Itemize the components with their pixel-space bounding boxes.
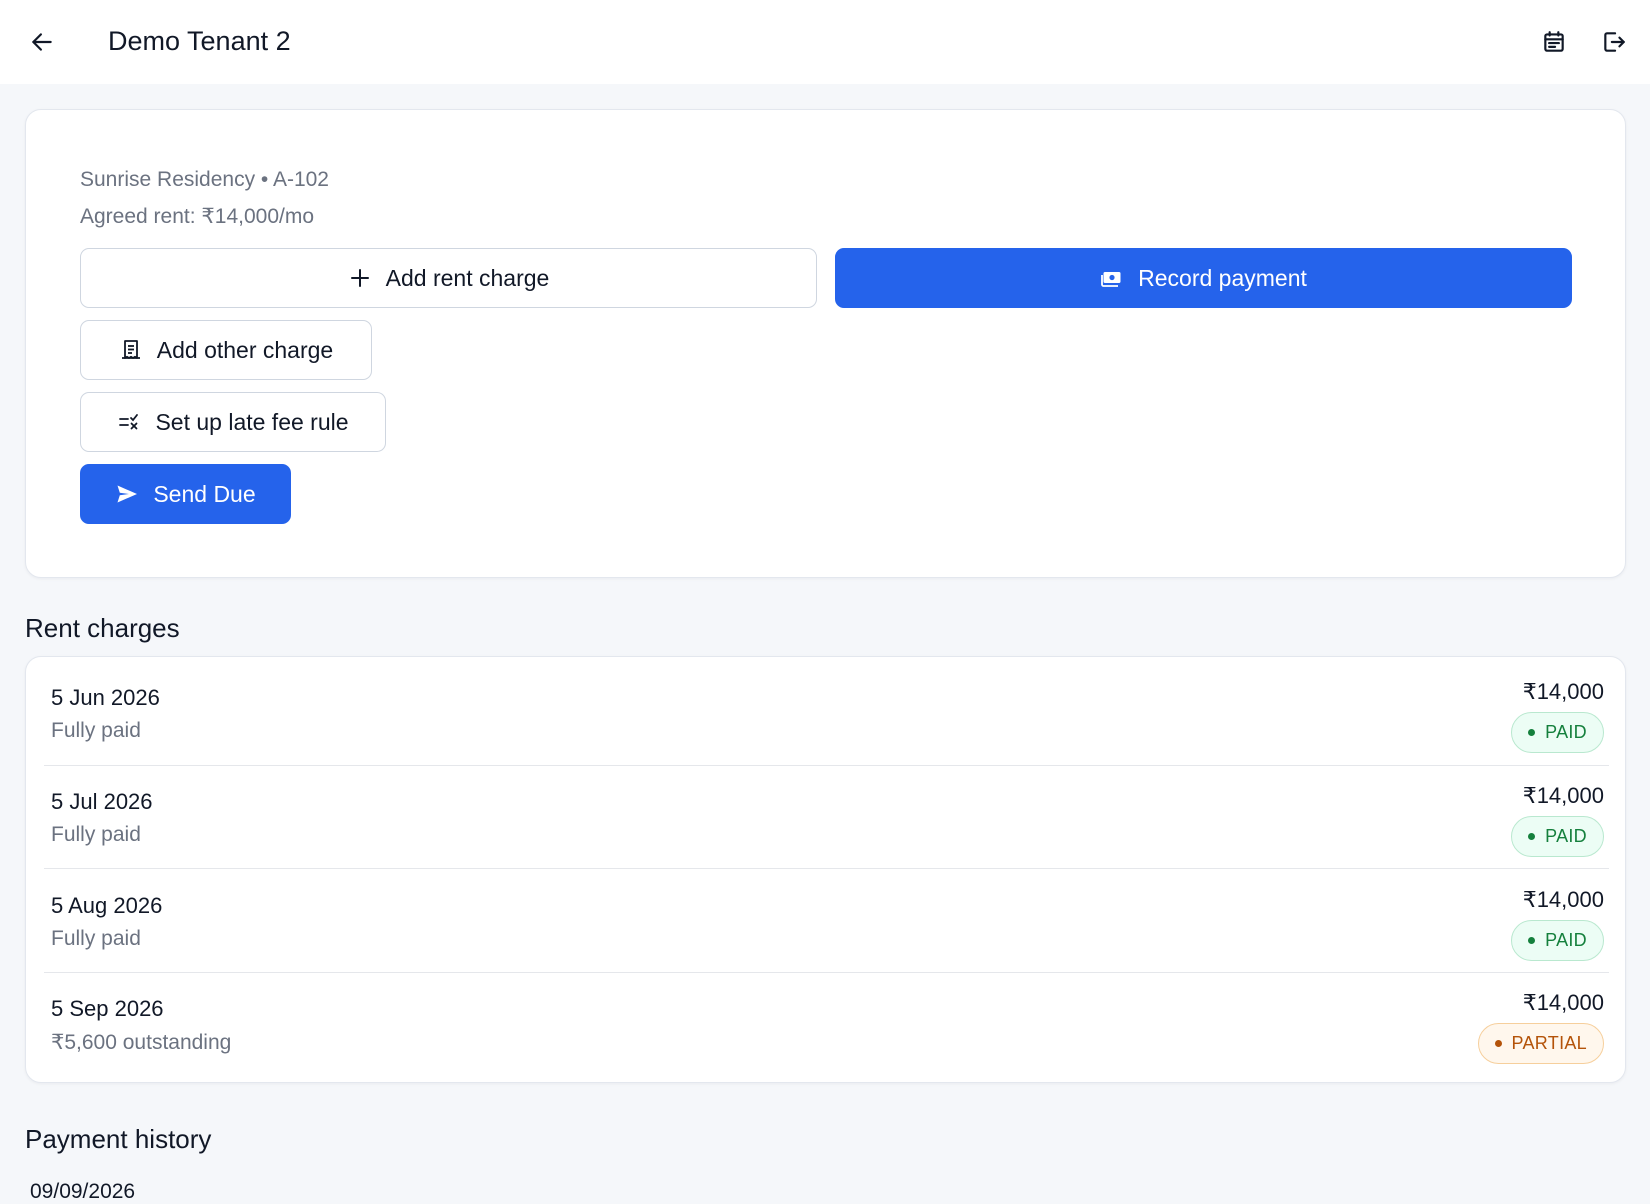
status-badge: PARTIAL xyxy=(1477,1023,1604,1064)
charge-amount: ₹14,000 xyxy=(1522,990,1604,1015)
charge-status-text: Fully paid xyxy=(51,719,141,742)
send-due-button[interactable]: Send Due xyxy=(80,464,291,524)
add-other-charge-label: Add other charge xyxy=(156,336,334,363)
status-badge-label: PAID xyxy=(1545,930,1587,950)
page-title: Demo Tenant 2 xyxy=(108,26,291,56)
add-other-charge-button[interactable]: Add other charge xyxy=(80,320,372,380)
status-badge: PAID xyxy=(1511,712,1604,753)
calendar-icon xyxy=(1544,31,1564,52)
list-item[interactable]: 5 Jul 2026 Fully paid ₹14,000 PAID xyxy=(44,761,1609,864)
back-button[interactable] xyxy=(18,18,66,66)
status-dot-icon xyxy=(1528,937,1536,944)
charge-amount: ₹14,000 xyxy=(1522,887,1604,912)
calendar-button[interactable] xyxy=(1530,18,1578,66)
charge-date: 5 Jul 2026 xyxy=(51,789,153,814)
agreed-rent: Agreed rent: ₹14,000/mo xyxy=(80,205,315,228)
status-badge-label: PAID xyxy=(1545,826,1587,846)
app-bar: Demo Tenant 2 xyxy=(0,0,1650,84)
cash-icon xyxy=(1101,272,1121,287)
arrow-left-icon xyxy=(32,33,52,51)
tenant-info-card: Sunrise Residency • A-102 Agreed rent: ₹… xyxy=(25,109,1626,578)
status-dot-icon xyxy=(1528,729,1536,736)
plus-icon xyxy=(350,269,369,287)
send-icon xyxy=(117,485,138,503)
record-payment-button[interactable]: Record payment xyxy=(835,248,1572,308)
status-dot-icon xyxy=(1494,1040,1502,1047)
record-payment-label: Record payment xyxy=(1138,264,1307,291)
add-rent-charge-button[interactable]: Add rent charge xyxy=(80,248,817,308)
send-due-label: Send Due xyxy=(153,480,256,507)
payment-history-date: 09/09/2026 xyxy=(30,1180,136,1203)
charge-date: 5 Jun 2026 xyxy=(51,685,160,710)
status-badge-label: PARTIAL xyxy=(1511,1033,1587,1053)
receipt-icon xyxy=(121,340,140,359)
status-dot-icon xyxy=(1528,833,1536,840)
list-item[interactable]: 5 Jun 2026 Fully paid ₹14,000 PAID xyxy=(44,657,1609,760)
charge-status-text: Fully paid xyxy=(51,823,141,846)
logout-button[interactable] xyxy=(1590,18,1638,66)
rent-charges-list: 5 Jun 2026 Fully paid ₹14,000 PAID 5 Jul… xyxy=(25,656,1626,1083)
charge-date: 5 Aug 2026 xyxy=(51,893,163,918)
status-badge: PAID xyxy=(1511,920,1604,961)
charge-amount: ₹14,000 xyxy=(1522,679,1604,704)
charge-amount: ₹14,000 xyxy=(1522,783,1604,808)
status-badge: PAID xyxy=(1511,816,1604,857)
property-unit: Sunrise Residency • A-102 xyxy=(80,168,329,191)
charge-date: 5 Sep 2026 xyxy=(51,996,164,1021)
status-badge-label: PAID xyxy=(1545,722,1587,742)
rule-icon xyxy=(119,414,139,430)
late-fee-rule-button[interactable]: Set up late fee rule xyxy=(80,392,386,452)
add-rent-charge-label: Add rent charge xyxy=(385,264,550,291)
list-item[interactable]: 5 Aug 2026 Fully paid ₹14,000 PAID xyxy=(44,865,1609,968)
rent-charges-title: Rent charges xyxy=(25,613,180,643)
charge-status-text: ₹5,600 outstanding xyxy=(51,1031,232,1054)
logout-icon xyxy=(1604,32,1625,52)
charge-status-text: Fully paid xyxy=(51,927,141,950)
list-item[interactable]: 5 Sep 2026 ₹5,600 outstanding ₹14,000 PA… xyxy=(44,968,1609,1071)
payment-history-title: Payment history xyxy=(25,1124,212,1154)
late-fee-rule-label: Set up late fee rule xyxy=(155,408,349,435)
